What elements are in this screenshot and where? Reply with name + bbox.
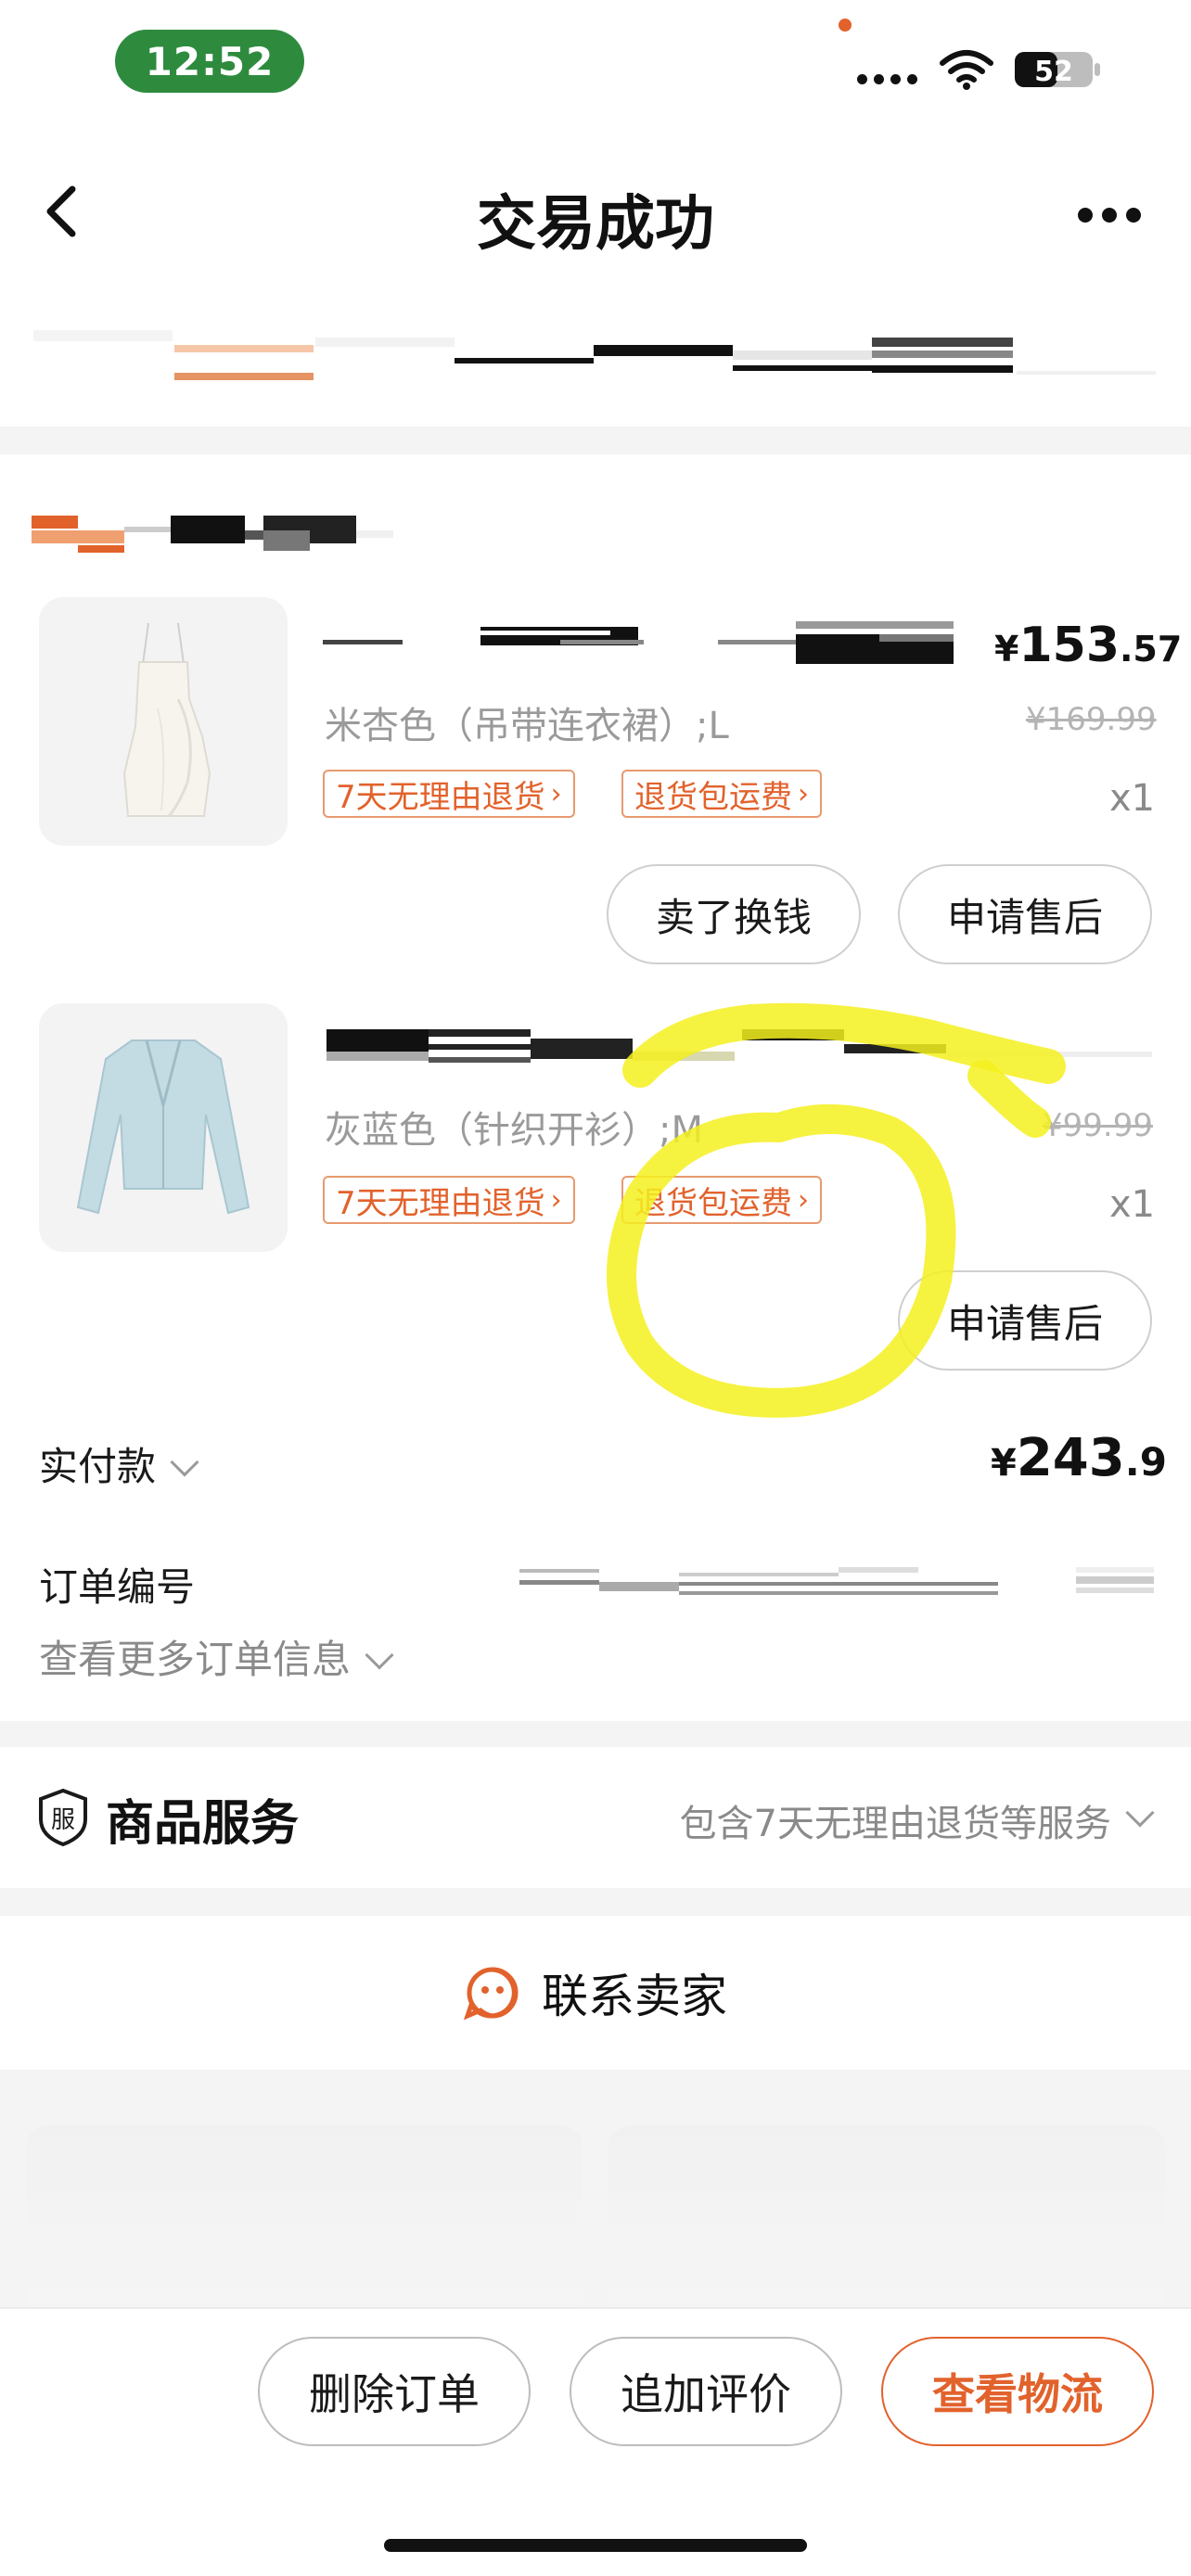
add-review-button[interactable]: 追加评价 — [570, 2337, 842, 2446]
chevron-down-icon — [1125, 1798, 1155, 1828]
item-spec: 灰蓝色（针织开衫）;M — [325, 1109, 703, 1152]
redacted-product-title — [327, 1024, 1152, 1079]
chevron-down-icon — [170, 1447, 199, 1477]
nav-bar: 交易成功 — [0, 130, 1191, 297]
redacted-shop-name — [32, 510, 393, 556]
contact-seller-label: 联系卖家 — [542, 1970, 727, 2023]
contact-seller-button[interactable]: 联系卖家 — [0, 1916, 1191, 2070]
chat-face-icon — [464, 1967, 519, 2021]
item-original-price: ¥99.99 — [1043, 1107, 1153, 1144]
tag-7day-return[interactable]: 7天无理由退货 › — [323, 1176, 575, 1224]
redacted-banner — [0, 297, 1191, 427]
recording-indicator-dot — [839, 19, 852, 32]
tag-free-return-shipping[interactable]: 退货包运费 › — [621, 1176, 822, 1224]
redacted-product-title — [323, 621, 954, 677]
page-title: 交易成功 — [477, 190, 714, 259]
delete-order-button[interactable]: 删除订单 — [258, 2337, 531, 2446]
item-original-price: ¥169.99 — [1026, 701, 1157, 738]
home-indicator — [384, 2539, 807, 2552]
more-icon[interactable] — [1078, 208, 1141, 223]
service-section[interactable]: 服 商品服务 包含7天无理由退货等服务 — [0, 1747, 1191, 1888]
product-image-dress[interactable] — [39, 597, 288, 846]
tag-free-return-shipping[interactable]: 退货包运费 › — [621, 770, 822, 818]
cardigan-image — [76, 1039, 250, 1215]
cellular-signal-icon — [857, 74, 917, 84]
paid-amount-toggle[interactable]: 实付款 — [39, 1435, 199, 1492]
item-spec: 米杏色（吊带连衣裙）;L — [325, 705, 729, 747]
service-shield-icon: 服 — [39, 1788, 87, 1847]
paid-amount-label: 实付款 — [39, 1444, 157, 1489]
battery-level: 52 — [1034, 56, 1073, 88]
item-quantity: x1 — [1109, 777, 1156, 820]
paid-amount-value: ¥243.9 — [991, 1428, 1167, 1488]
after-sales-button[interactable]: 申请售后 — [898, 864, 1152, 964]
service-description: 包含7天无理由退货等服务 — [680, 1793, 1155, 1847]
chevron-down-icon — [365, 1640, 394, 1670]
wifi-icon — [940, 50, 993, 90]
battery-icon: 52 — [1015, 52, 1100, 88]
tag-7day-return[interactable]: 7天无理由退货 › — [323, 770, 575, 818]
svg-text:服: 服 — [51, 1806, 75, 1834]
after-sales-button[interactable]: 申请售后 — [898, 1270, 1152, 1371]
item-quantity: x1 — [1109, 1183, 1156, 1226]
order-number-label: 订单编号 — [39, 1564, 196, 1610]
status-bar: 12:52 52 — [0, 0, 1191, 130]
status-time: 12:52 — [115, 30, 304, 93]
contact-seller-section: 联系卖家 — [0, 1916, 1191, 2070]
service-title: 商品服务 — [106, 1796, 300, 1852]
more-order-info[interactable]: 查看更多订单信息 — [39, 1628, 394, 1685]
item-price: ¥153.57 — [994, 618, 1183, 673]
product-image-cardigan[interactable] — [39, 1003, 288, 1252]
redacted-copy-button — [1076, 1563, 1154, 1597]
dress-image — [122, 622, 211, 818]
view-logistics-button[interactable]: 查看物流 — [881, 2337, 1154, 2446]
resell-button[interactable]: 卖了换钱 — [607, 864, 861, 964]
redacted-order-number — [519, 1563, 998, 1600]
bottom-action-bar: 删除订单 追加评价 查看物流 — [0, 2307, 1191, 2576]
